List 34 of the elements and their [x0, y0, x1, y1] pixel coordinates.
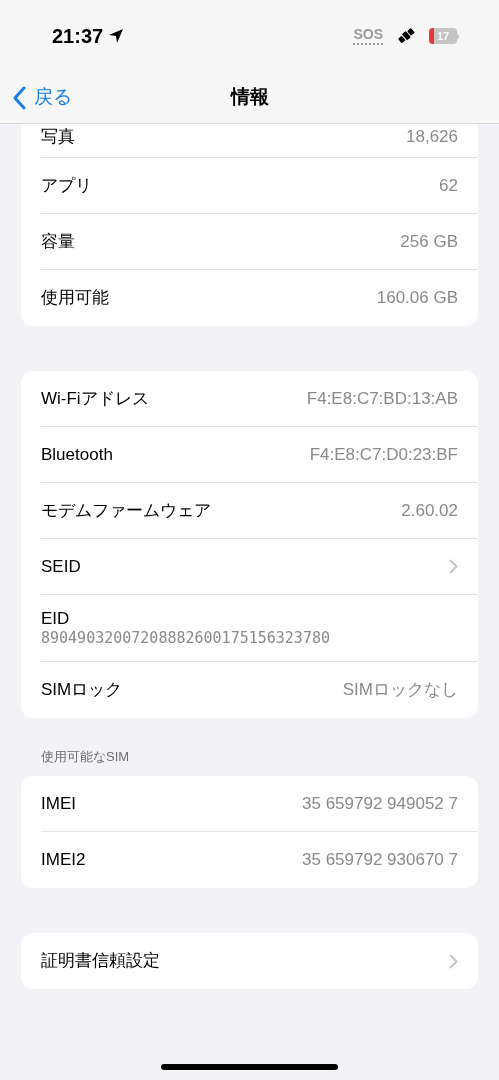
- row-value: SIMロックなし: [342, 679, 458, 702]
- row-label: アプリ: [41, 174, 92, 197]
- row-label: IMEI2: [41, 849, 86, 872]
- chevron-right-icon: [449, 953, 458, 969]
- row-label: 写真: [41, 125, 75, 148]
- row-value: 18,626: [406, 125, 458, 148]
- row-value: 62: [439, 174, 458, 197]
- back-chevron-icon: [12, 85, 26, 110]
- row-value: 35 659792 930670 7: [302, 849, 458, 872]
- row-label: EID: [41, 608, 71, 630]
- settings-link-row[interactable]: SEID: [21, 539, 478, 595]
- page-title: 情報: [230, 85, 269, 110]
- row-value: 89049032007208882600175156323780: [41, 629, 331, 648]
- row-label: モデムファームウェア: [41, 499, 211, 522]
- back-button[interactable]: 戻る: [0, 83, 72, 112]
- status-time: 21:37: [52, 24, 104, 49]
- row-label: IMEI: [41, 792, 76, 815]
- row-label: 使用可能: [41, 287, 109, 310]
- row-value: 35 659792 949052 7: [302, 792, 458, 815]
- row-value: 160.06 GB: [376, 287, 458, 310]
- settings-link-row[interactable]: 証明書信頼設定: [21, 933, 478, 989]
- row-value: 256 GB: [400, 230, 458, 253]
- location-arrow-icon: [107, 27, 126, 45]
- battery-icon: 17: [429, 28, 459, 44]
- sos-label: SOS: [353, 27, 383, 45]
- section-header: 使用可能なSIM: [41, 749, 130, 764]
- row-value: 2.60.02: [401, 499, 458, 522]
- row-label: Wi-Fiアドレス: [41, 387, 149, 410]
- row-value: F4:E8:C7:BD:13:AB: [306, 387, 458, 410]
- row-label: SIMロック: [41, 679, 123, 702]
- row-label: Bluetooth: [41, 443, 113, 466]
- row-label: 容量: [41, 230, 75, 253]
- row-value: F4:E8:C7:D0:23:BF: [309, 443, 458, 466]
- chevron-right-icon: [449, 559, 458, 574]
